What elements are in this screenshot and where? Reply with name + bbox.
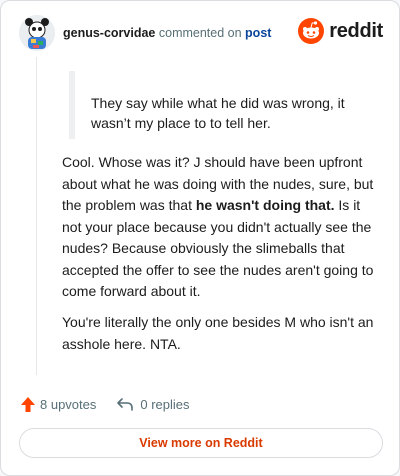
reddit-logo-icon — [298, 18, 325, 44]
blockquote: They say while what he did was wrong, it… — [69, 71, 369, 139]
post-link[interactable]: post — [245, 26, 271, 40]
replies-count: 0 replies — [140, 396, 190, 412]
comment-paragraph-1: Cool. Whose was it? J should have been u… — [62, 152, 380, 303]
reply-arrow-icon — [116, 395, 134, 413]
user-avatar[interactable] — [19, 15, 55, 51]
view-more-button[interactable]: View more on Reddit — [19, 428, 383, 458]
upvote-count: 8 upvotes — [40, 396, 97, 412]
commented-on-label: commented on — [158, 26, 242, 40]
quote-text: They say while what he did was wrong, it… — [91, 95, 345, 131]
upvote-arrow-icon — [19, 395, 37, 413]
thread-line — [36, 57, 37, 375]
comment-meta: genus-corvidae commented on post — [63, 26, 271, 40]
quote-bar — [69, 71, 75, 139]
upvote-button[interactable]: 8 upvotes — [19, 395, 96, 413]
replies-button[interactable]: 0 replies — [116, 395, 190, 413]
comment-paragraph-2: You're literally the only one besides M … — [62, 314, 374, 352]
comment-header: genus-corvidae commented on post reddit — [19, 15, 383, 55]
reddit-brand[interactable]: reddit — [298, 18, 383, 44]
para1-bold-text: he wasn't doing that. — [195, 197, 335, 213]
comment-embed-card: genus-corvidae commented on post reddit … — [0, 0, 400, 476]
username-link[interactable]: genus-corvidae — [63, 26, 155, 40]
reddit-wordmark: reddit — [329, 19, 383, 42]
comment-actions: 8 upvotes 0 replies — [19, 393, 190, 415]
avatar-image — [19, 15, 55, 51]
